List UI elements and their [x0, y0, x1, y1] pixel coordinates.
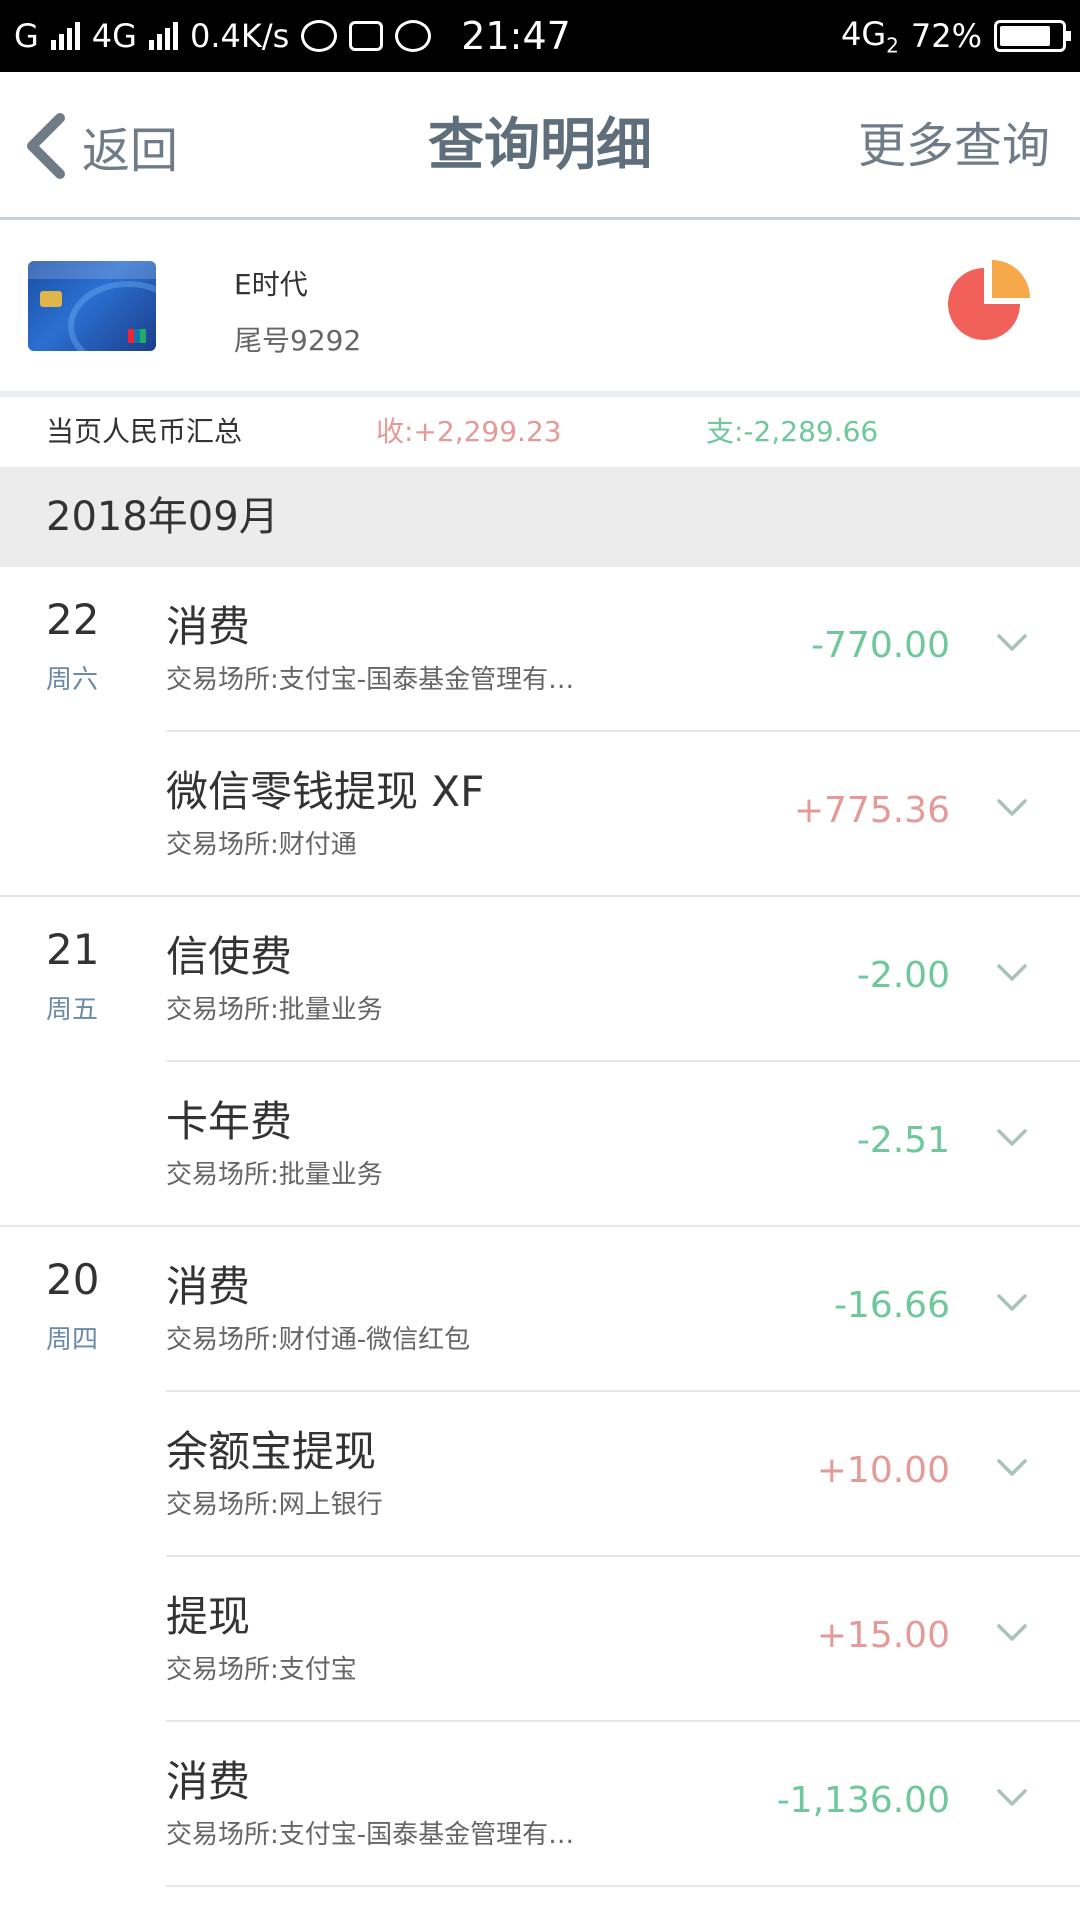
- transaction-row[interactable]: 卡年费 交易场所:批量业务 -2.51: [0, 1062, 1080, 1227]
- signal-icon: [50, 22, 80, 50]
- back-button[interactable]: 返回: [22, 108, 178, 184]
- transaction-title: 消费: [166, 1262, 251, 1311]
- summary-bar: 当页人民币汇总 收:+2,299.23 支:-2,289.66: [0, 397, 1080, 467]
- chevron-left-icon: [27, 113, 65, 179]
- month-label: 2018年09月: [46, 494, 279, 540]
- payment-icon: [349, 21, 384, 51]
- transaction-amount: +10.00: [816, 1450, 950, 1491]
- transaction-amount: -2.51: [856, 1120, 950, 1161]
- transaction-title: 消费: [166, 1757, 251, 1806]
- month-header: 2018年09月: [0, 467, 1080, 567]
- status-time: 21:47: [461, 14, 571, 58]
- summary-label: 当页人民币汇总: [46, 415, 243, 448]
- card-header: E时代 尾号9292: [0, 223, 1080, 391]
- transaction-place: 交易场所:支付宝-国泰基金管理有…: [166, 1820, 575, 1850]
- weekday: 周六: [46, 665, 99, 695]
- transaction-row[interactable]: 21 周五 信使费 交易场所:批量业务 -2.00: [0, 897, 1080, 1062]
- chevron-down-icon[interactable]: [996, 798, 1028, 818]
- chevron-down-icon[interactable]: [996, 1623, 1028, 1643]
- transaction-place: 交易场所:财付通-微信红包: [166, 1325, 471, 1355]
- weekday: 周五: [46, 995, 99, 1025]
- status-bar: G 4G 0.4K/s 21:47 4G2 72%: [0, 0, 1080, 72]
- missed-call-icon: [395, 20, 432, 52]
- row-divider: [166, 1885, 1080, 1887]
- chevron-down-icon[interactable]: [996, 633, 1028, 653]
- transaction-list: 22 周六 消费 交易场所:支付宝-国泰基金管理有… -770.00 微信零钱提…: [0, 567, 1080, 1887]
- transaction-title: 提现: [166, 1592, 251, 1641]
- summary-expense: 支:-2,289.66: [706, 415, 879, 448]
- card-tail-number: 尾号9292: [234, 324, 362, 357]
- back-label: 返回: [82, 123, 179, 179]
- wechat-icon: [301, 20, 338, 52]
- transaction-amount: -770.00: [811, 625, 950, 666]
- network-type-right: 4G2: [841, 15, 899, 57]
- battery-icon: [994, 20, 1071, 52]
- transaction-title: 卡年费: [166, 1097, 293, 1146]
- status-right: 4G2 72%: [841, 0, 1071, 72]
- summary-income: 收:+2,299.23: [376, 415, 562, 448]
- chevron-down-icon[interactable]: [996, 1128, 1028, 1148]
- transaction-row[interactable]: 20 周四 消费 交易场所:财付通-微信红包 -16.66: [0, 1227, 1080, 1392]
- transaction-amount: -1,136.00: [776, 1780, 950, 1821]
- transaction-title: 余额宝提现: [166, 1427, 377, 1476]
- transaction-place: 交易场所:批量业务: [166, 995, 383, 1025]
- transaction-amount: +775.36: [793, 790, 950, 831]
- transaction-row[interactable]: 提现 交易场所:支付宝 +15.00: [0, 1557, 1080, 1722]
- weekday: 周四: [46, 1325, 99, 1355]
- transaction-place: 交易场所:支付宝: [166, 1655, 357, 1685]
- chevron-down-icon[interactable]: [996, 1788, 1028, 1808]
- chevron-down-icon[interactable]: [996, 1293, 1028, 1313]
- transaction-amount: -16.66: [833, 1285, 950, 1326]
- day-number: 20: [46, 1255, 100, 1304]
- battery-percent: 72%: [910, 17, 982, 55]
- transaction-place: 交易场所:财付通: [166, 830, 357, 860]
- transaction-title: 消费: [166, 602, 251, 651]
- nav-bar: 返回 查询明细 更多查询: [0, 72, 1080, 220]
- transaction-row[interactable]: 消费 交易场所:支付宝-国泰基金管理有… -1,136.00: [0, 1722, 1080, 1887]
- pie-chart-icon[interactable]: [942, 258, 1034, 350]
- transaction-row[interactable]: 余额宝提现 交易场所:网上银行 +10.00: [0, 1392, 1080, 1557]
- network-right-sub: 2: [886, 33, 899, 58]
- card-name: E时代: [234, 268, 308, 301]
- network-type-1: G: [14, 17, 39, 55]
- transaction-row[interactable]: 22 周六 消费 交易场所:支付宝-国泰基金管理有… -770.00: [0, 567, 1080, 732]
- day-number: 22: [46, 595, 100, 644]
- transaction-amount: -2.00: [856, 955, 950, 996]
- network-right-label: 4G: [840, 14, 887, 53]
- transaction-place: 交易场所:批量业务: [166, 1160, 383, 1190]
- day-number: 21: [46, 925, 100, 974]
- transaction-title: 微信零钱提现 XF: [166, 767, 485, 816]
- transaction-place: 交易场所:网上银行: [166, 1490, 383, 1520]
- transaction-place: 交易场所:支付宝-国泰基金管理有…: [166, 665, 575, 695]
- transaction-row[interactable]: 微信零钱提现 XF 交易场所:财付通 +775.36: [0, 732, 1080, 897]
- status-left: G 4G 0.4K/s 21:47: [14, 0, 571, 72]
- bank-card-image: [28, 261, 156, 351]
- more-query-button[interactable]: 更多查询: [858, 72, 1050, 220]
- signal-icon-2: [148, 22, 178, 50]
- transaction-amount: +15.00: [816, 1615, 950, 1656]
- chevron-down-icon[interactable]: [996, 1458, 1028, 1478]
- transaction-title: 信使费: [166, 932, 293, 981]
- chevron-down-icon[interactable]: [996, 963, 1028, 983]
- network-speed: 0.4K/s: [189, 17, 290, 55]
- network-type-2: 4G: [91, 17, 137, 55]
